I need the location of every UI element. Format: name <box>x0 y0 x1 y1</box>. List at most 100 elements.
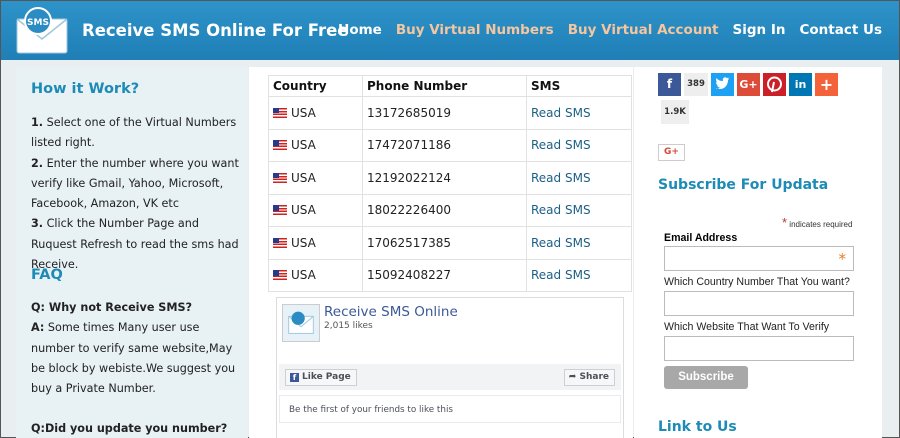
google-plus-one-button[interactable]: G+ <box>658 144 685 161</box>
country-cell: USA <box>268 258 363 292</box>
table-row: USA 17472071186 Read SMS <box>268 128 632 162</box>
read-sms-link[interactable]: Read SMS <box>531 106 591 120</box>
header-bar: SMS Receive SMS Online For Free Home Buy… <box>1 1 899 60</box>
required-asterisk: * <box>838 250 847 268</box>
required-note-text: indicates required <box>789 220 853 229</box>
subscribe-heading: Subscribe For Updata <box>658 177 829 193</box>
email-field[interactable]: * <box>664 246 854 271</box>
us-flag-icon <box>273 172 287 183</box>
nav-contact-us[interactable]: Contact Us <box>799 22 882 38</box>
us-flag-icon <box>273 107 287 118</box>
facebook-share-icon[interactable]: f <box>658 73 681 96</box>
logo-text: SMS <box>27 18 49 28</box>
left-sidebar: How it Work? 1. Select one of the Virtua… <box>16 67 248 438</box>
sms-cell: Read SMS <box>526 226 632 260</box>
step-1-num: 1. <box>31 116 44 129</box>
phone-number: 17472071186 <box>362 128 527 162</box>
step-1-text: Select one of the Virtual Numbers listed… <box>31 116 237 150</box>
fb-page-name[interactable]: Receive SMS Online <box>324 304 458 320</box>
country-field[interactable] <box>664 291 854 316</box>
faq-a1-label: A: <box>31 321 45 335</box>
fb-like-count: 2,015 likes <box>324 321 373 331</box>
col-country: Country <box>268 75 363 97</box>
link-to-us-heading: Link to Us <box>658 419 737 435</box>
share-arrow-icon: ➦ <box>568 372 580 382</box>
phone-number: 17062517385 <box>362 226 527 260</box>
country-text: USA <box>291 170 316 185</box>
country-text: USA <box>291 203 316 218</box>
sms-cell: Read SMS <box>526 128 632 162</box>
phone-number: 18022226400 <box>362 193 527 227</box>
sms-cell: Read SMS <box>526 258 632 292</box>
nav-buy-virtual-account[interactable]: Buy Virtual Account <box>568 22 719 38</box>
country-cell: USA <box>268 193 363 227</box>
how-it-work-heading: How it Work? <box>31 81 140 97</box>
sms-logo-icon[interactable]: SMS <box>14 5 70 57</box>
us-flag-icon <box>273 140 287 151</box>
step-2-text: Enter the number where you want verify l… <box>31 156 239 211</box>
share-buttons: f 389 G+ in + <box>658 73 838 96</box>
twitter-share-icon[interactable] <box>711 73 734 96</box>
step-1: 1. Select one of the Virtual Numbers lis… <box>31 113 243 154</box>
step-2: 2. Enter the number where you want verif… <box>31 154 243 215</box>
faq-spacer <box>31 399 243 419</box>
more-share-icon[interactable]: + <box>815 73 838 96</box>
fb-share-button[interactable]: ➦ Share <box>563 369 615 386</box>
page-avatar-icon[interactable] <box>282 304 320 342</box>
us-flag-icon <box>273 237 287 248</box>
table-header-row: Country Phone Number SMS <box>268 75 632 97</box>
linkedin-share-icon[interactable]: in <box>789 73 812 96</box>
numbers-table: Country Phone Number SMS USA 13172685019… <box>268 75 632 292</box>
read-sms-link[interactable]: Read SMS <box>531 268 591 282</box>
facebook-share-count: 389 <box>684 73 708 96</box>
step-2-num: 2. <box>31 156 44 170</box>
read-sms-link[interactable]: Read SMS <box>531 236 591 250</box>
country-text: USA <box>291 235 316 250</box>
table-row: USA 13172685019 Read SMS <box>268 96 632 130</box>
phone-number: 12192022124 <box>362 161 527 195</box>
nav-buy-virtual-numbers[interactable]: Buy Virtual Numbers <box>396 22 554 38</box>
read-sms-link[interactable]: Read SMS <box>531 203 591 217</box>
table-row: USA 12192022124 Read SMS <box>268 161 632 195</box>
country-cell: USA <box>268 226 363 260</box>
how-steps: 1. Select one of the Virtual Numbers lis… <box>31 113 243 275</box>
pinterest-share-icon[interactable] <box>763 73 786 96</box>
nav-home[interactable]: Home <box>338 22 382 38</box>
table-row: USA 15092408227 Read SMS <box>268 258 632 292</box>
facebook-page-widget: Receive SMS Online 2,015 likes f Like Pag… <box>276 297 624 438</box>
right-sidebar: f 389 G+ in + 1.9K G+ Subscribe For Upda… <box>634 67 882 438</box>
phone-number: 15092408227 <box>362 258 527 292</box>
step-3-text: Click the Number Page and Ruquest Refres… <box>31 217 239 272</box>
fb-like-page-button[interactable]: f Like Page <box>285 369 357 386</box>
faq-q2: Q:Did you update you number? <box>31 422 228 436</box>
site-title[interactable]: Receive SMS Online For Free <box>82 21 348 40</box>
website-label: Which Website That Want To Verify <box>664 321 830 333</box>
country-text: USA <box>291 268 316 283</box>
fb-like-label: Like Page <box>302 372 351 382</box>
phone-number: 13172685019 <box>362 96 527 130</box>
read-sms-link[interactable]: Read SMS <box>531 171 591 185</box>
col-sms: SMS <box>526 75 632 97</box>
table-row: USA 18022226400 Read SMS <box>268 193 632 227</box>
required-note: * indicates required <box>782 215 852 230</box>
google-plus-share-icon[interactable]: G+ <box>737 73 760 96</box>
subscribe-button[interactable]: Subscribe <box>664 366 748 389</box>
step-3-num: 3. <box>31 217 44 231</box>
faq-a1-text: Some times Many user use number to verif… <box>31 321 236 396</box>
faq-q1: Q: Why not Receive SMS? <box>31 301 193 314</box>
faq-a1: A: Some times Many user use number to ve… <box>31 318 243 399</box>
country-cell: USA <box>268 96 363 130</box>
read-sms-link[interactable]: Read SMS <box>531 138 591 152</box>
us-flag-icon <box>273 205 287 216</box>
col-phone-number: Phone Number <box>362 75 527 97</box>
country-cell: USA <box>268 161 363 195</box>
main-nav: Home Buy Virtual Numbers Buy Virtual Acc… <box>338 22 882 38</box>
facebook-icon: f <box>290 373 299 382</box>
nav-sign-in[interactable]: Sign In <box>733 22 786 38</box>
sms-cell: Read SMS <box>526 161 632 195</box>
email-label: Email Address <box>664 232 738 244</box>
main-content: Country Phone Number SMS USA 13172685019… <box>249 67 633 438</box>
fb-friends-text: Be the first of your friends to like thi… <box>279 395 621 423</box>
website-field[interactable] <box>664 336 854 361</box>
table-row: USA 17062517385 Read SMS <box>268 226 632 260</box>
